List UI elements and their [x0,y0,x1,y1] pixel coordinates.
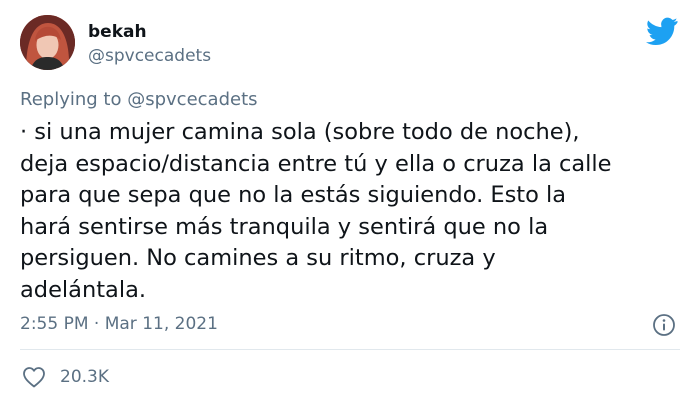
avatar[interactable] [20,15,75,70]
user-handle[interactable]: @spvcecadets [88,45,211,67]
divider [20,349,680,350]
tweet-card: bekah @spvcecadets Replying to @spvcecad… [0,0,700,402]
like-stat[interactable]: 20.3K [22,364,109,390]
display-name[interactable]: bekah [88,21,147,43]
likes-count: 20.3K [60,367,109,387]
tweet-meta: 2:55 PM · Mar 11, 2021 [20,312,218,336]
heart-icon[interactable] [22,366,46,388]
replying-handle-link[interactable]: @spvcecadets [127,89,257,110]
replying-to: Replying to @spvcecadets [20,88,258,112]
twitter-bird-icon[interactable] [646,17,678,45]
tweet-text: · si una mujer camina sola (sobre todo d… [20,119,612,303]
info-icon[interactable] [652,313,676,337]
meta-separator: · [93,314,100,334]
tweet-time[interactable]: 2:55 PM [20,314,89,334]
replying-prefix: Replying to [20,89,122,110]
tweet-date[interactable]: Mar 11, 2021 [105,314,218,334]
